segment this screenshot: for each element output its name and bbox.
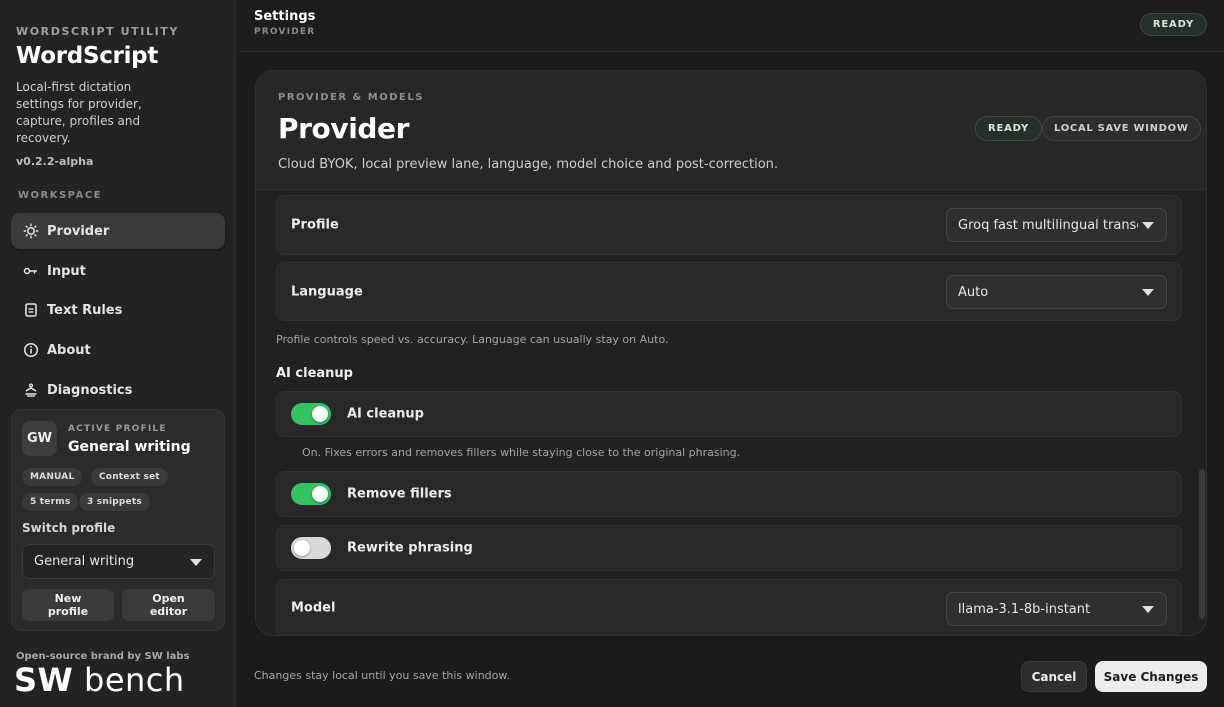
chevron-down-icon <box>1142 222 1154 229</box>
ai-cleanup-helper-text: On. Fixes errors and removes fillers whi… <box>302 446 741 459</box>
chevron-down-icon <box>1142 606 1154 613</box>
provider-panel: PROVIDER & MODELS Provider Cloud BYOK, l… <box>255 70 1207 636</box>
open-editor-label: Open editor <box>149 592 188 618</box>
mode-badge: MANUAL <box>22 468 83 486</box>
remove-fillers-toggle[interactable] <box>291 483 331 505</box>
snippets-badge: 3 snippets <box>79 493 150 511</box>
panel-header: PROVIDER & MODELS Provider Cloud BYOK, l… <box>256 71 1206 190</box>
section-title: Provider <box>278 112 410 145</box>
app-description: Local-first dictation settings for provi… <box>16 80 142 145</box>
remove-fillers-label: Remove fillers <box>347 486 452 502</box>
language-select[interactable]: Auto <box>946 275 1167 309</box>
language-select-value: Auto <box>958 284 989 300</box>
rewrite-phrasing-row: Rewrite phrasing <box>276 525 1182 571</box>
ai-cleanup-label: AI cleanup <box>347 406 424 422</box>
profile-name: General writing <box>68 439 191 455</box>
profile-helper-text: Profile controls speed vs. accuracy. Lan… <box>276 333 669 346</box>
open-editor-button[interactable]: Open editor <box>122 589 215 621</box>
toggle-knob <box>312 406 328 422</box>
sidebar-item-label: Provider <box>47 223 110 239</box>
switch-profile-select[interactable]: General writing <box>22 544 215 579</box>
language-row: Language Auto <box>276 262 1182 321</box>
sidebar-item-provider[interactable]: Provider <box>11 213 225 249</box>
sidebar: WORDSCRIPT UTILITY WordScript Local-firs… <box>0 0 236 707</box>
sidebar-item-label: Input <box>47 263 86 279</box>
sidebar-item-about[interactable]: About <box>11 332 225 368</box>
save-changes-button[interactable]: Save Changes <box>1095 661 1207 692</box>
panel-status-badge: READY <box>975 116 1043 141</box>
chevron-down-icon <box>190 558 202 566</box>
context-badge: Context set <box>91 468 168 486</box>
app-name: WordScript <box>16 43 159 69</box>
breadcrumb: PROVIDER <box>254 27 316 37</box>
toggle-knob <box>294 540 310 556</box>
page-title: Settings <box>254 9 316 24</box>
active-profile-card: GW ACTIVE PROFILE General writing MANUAL… <box>11 409 225 631</box>
terms-badge: 5 terms <box>22 493 79 511</box>
footer-note: Changes stay local until you save this w… <box>254 669 510 682</box>
model-row: Model llama-3.1-8b-instant <box>276 579 1182 635</box>
profile-select[interactable]: Groq fast multilingual transc <box>946 208 1167 242</box>
logo-bold: SW <box>14 661 74 699</box>
nav-section-label: WORKSPACE <box>18 190 103 201</box>
profile-kicker: ACTIVE PROFILE <box>68 424 167 434</box>
sidebar-item-label: Diagnostics <box>47 382 133 398</box>
status-badge: READY <box>1139 13 1207 36</box>
profile-label: Profile <box>291 217 339 233</box>
section-description: Cloud BYOK, local preview lane, language… <box>278 157 779 172</box>
toggle-knob <box>312 486 328 502</box>
brand-kicker: WORDSCRIPT UTILITY <box>16 25 179 38</box>
ai-cleanup-heading: AI cleanup <box>276 366 353 381</box>
key-input-icon <box>23 263 39 279</box>
sun-gear-icon <box>23 223 39 239</box>
app-version: v0.2.2-alpha <box>16 155 94 168</box>
model-label: Model <box>291 600 336 616</box>
model-select-value: llama-3.1-8b-instant <box>958 601 1091 617</box>
language-label: Language <box>291 284 363 299</box>
top-header: Settings PROVIDER READY <box>237 0 1224 52</box>
switch-profile-label: Switch profile <box>22 521 116 535</box>
remove-fillers-row: Remove fillers <box>276 471 1182 517</box>
new-profile-label: New profile <box>47 592 89 618</box>
cancel-button[interactable]: Cancel <box>1021 661 1087 692</box>
chevron-down-icon <box>1142 289 1154 296</box>
logo-light: bench <box>84 661 185 699</box>
profile-select-value: Groq fast multilingual transc <box>958 217 1138 233</box>
profile-row: Profile Groq fast multilingual transc <box>276 195 1182 255</box>
switch-profile-value: General writing <box>34 554 135 569</box>
sidebar-item-diagnostics[interactable]: Diagnostics <box>11 372 225 408</box>
info-icon <box>23 342 39 358</box>
stethoscope-icon <box>23 382 39 398</box>
avatar: GW <box>22 421 57 456</box>
model-select[interactable]: llama-3.1-8b-instant <box>946 592 1167 626</box>
panel-scrollbar[interactable] <box>1199 469 1205 619</box>
rewrite-phrasing-toggle[interactable] <box>291 537 331 559</box>
sidebar-item-label: Text Rules <box>47 302 123 318</box>
ai-cleanup-row: AI cleanup <box>276 391 1182 437</box>
section-kicker: PROVIDER & MODELS <box>278 92 424 103</box>
sidebar-item-label: About <box>47 342 91 358</box>
sw-bench-logo: SW bench <box>14 661 185 699</box>
sidebar-item-text-rules[interactable]: Text Rules <box>11 292 225 328</box>
document-icon <box>23 302 39 318</box>
save-scope-badge: LOCAL SAVE WINDOW <box>1042 116 1201 141</box>
ai-cleanup-toggle[interactable] <box>291 403 331 425</box>
sidebar-item-input[interactable]: Input <box>11 253 225 289</box>
rewrite-phrasing-label: Rewrite phrasing <box>347 540 473 556</box>
new-profile-button[interactable]: New profile <box>22 589 114 621</box>
